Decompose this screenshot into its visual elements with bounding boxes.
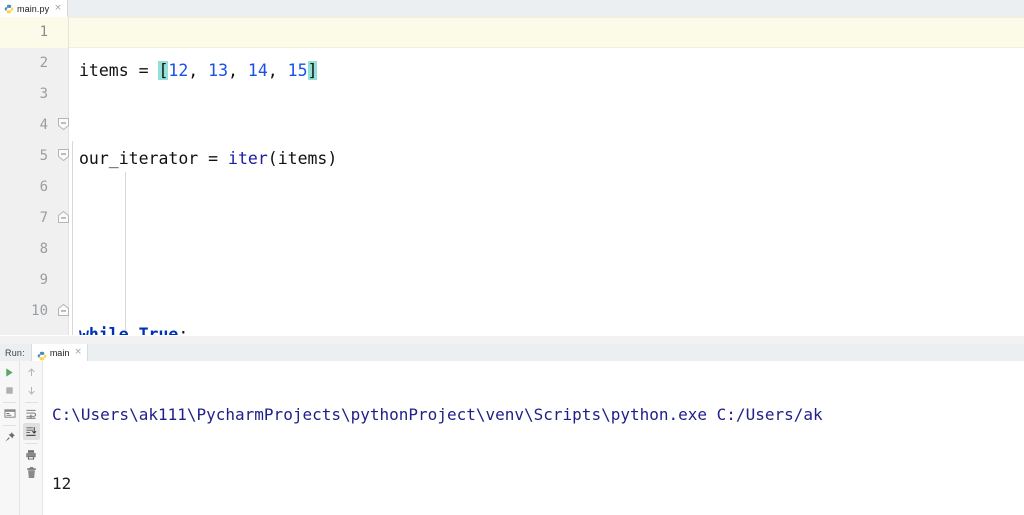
line-number: 8 — [39, 241, 48, 257]
editor-tab-label: main.py — [17, 3, 50, 14]
code-line-4: while True: — [69, 319, 1024, 335]
line-number: 7 — [39, 210, 48, 226]
run-config-tab-main[interactable]: main × — [30, 344, 88, 361]
code-token: True — [138, 325, 179, 335]
close-icon[interactable]: × — [54, 4, 62, 13]
code-line-1: items = [12, 13, 14, 15] — [69, 55, 1024, 86]
code-token: 14 — [247, 61, 268, 80]
code-token: while — [79, 325, 129, 335]
toolbar-separator — [3, 402, 16, 403]
code-token: : — [178, 325, 189, 335]
run-config-tab-label: main — [49, 347, 70, 358]
stop-button[interactable] — [1, 382, 18, 399]
code-token: , — [188, 61, 209, 80]
code-line-2: our_iterator = iter(items) — [69, 143, 1024, 174]
console-toggle-button[interactable] — [1, 405, 18, 422]
run-tool-window: Run: main × C:\Users\ak111\PycharmProjec… — [0, 344, 1024, 515]
line-number: 3 — [39, 86, 48, 102]
editor-tab-bar: main.py × — [0, 0, 1024, 18]
toolbar-separator — [24, 402, 38, 403]
code-token: iter — [228, 149, 268, 168]
run-console-output[interactable]: C:\Users\ak111\PycharmProjects\pythonPro… — [43, 361, 1024, 515]
matched-bracket-open: [ — [158, 61, 169, 80]
toolbar-separator — [24, 443, 38, 444]
console-command-line: C:\Users\ak111\PycharmProjects\pythonPro… — [52, 405, 823, 424]
code-editor[interactable]: 1 2 3 4 5 6 7 8 9 10 items = [12, 13, 14… — [0, 17, 1024, 335]
pin-tab-button[interactable] — [1, 428, 18, 445]
line-number: 5 — [39, 148, 48, 164]
code-token: 12 — [168, 61, 189, 80]
code-token: items = — [79, 61, 159, 80]
line-number: 9 — [39, 272, 48, 288]
clear-all-button[interactable] — [23, 464, 40, 481]
rerun-button[interactable] — [1, 364, 18, 381]
console-output-line: 12 — [52, 474, 72, 493]
code-token: , — [267, 61, 288, 80]
code-token: 13 — [208, 61, 229, 80]
code-token: 15 — [287, 61, 308, 80]
run-toolbar-left — [0, 361, 20, 515]
code-token: our_iterator = — [79, 149, 229, 168]
line-number-column: 1 2 3 4 5 6 7 8 9 10 — [0, 17, 50, 327]
line-number: 2 — [39, 55, 48, 71]
toolbar-separator — [3, 425, 16, 426]
line-number: 6 — [39, 179, 48, 195]
editor-gutter[interactable]: 1 2 3 4 5 6 7 8 9 10 — [0, 17, 69, 335]
print-button[interactable] — [23, 446, 40, 463]
python-file-icon — [4, 4, 14, 14]
python-run-config-icon — [37, 348, 47, 360]
run-tool-window-title: Run: — [5, 347, 25, 358]
pycharm-ide-window: main.py × 1 2 3 4 5 6 7 8 9 10 items = [… — [0, 0, 1024, 515]
scroll-to-end-button[interactable] — [22, 423, 40, 440]
editor-tab-main-py[interactable]: main.py × — [0, 0, 68, 17]
editor-run-splitter[interactable] — [0, 336, 1024, 344]
line-number: 10 — [31, 303, 48, 319]
line-number: 4 — [39, 117, 48, 133]
code-token: , — [228, 61, 248, 80]
code-text[interactable]: items = [12, 13, 14, 15] our_iterator = … — [69, 17, 1024, 335]
down-the-stack-trace-button[interactable] — [23, 382, 40, 399]
code-token: (items) — [267, 149, 338, 168]
run-toolbar-right — [20, 361, 43, 515]
run-tool-window-header: Run: main × — [0, 344, 1024, 362]
matched-bracket-close: ] — [307, 61, 318, 80]
line-number: 1 — [39, 24, 48, 40]
up-the-stack-trace-button[interactable] — [23, 364, 40, 381]
soft-wrap-button[interactable] — [23, 405, 40, 422]
close-icon[interactable]: × — [74, 348, 82, 357]
